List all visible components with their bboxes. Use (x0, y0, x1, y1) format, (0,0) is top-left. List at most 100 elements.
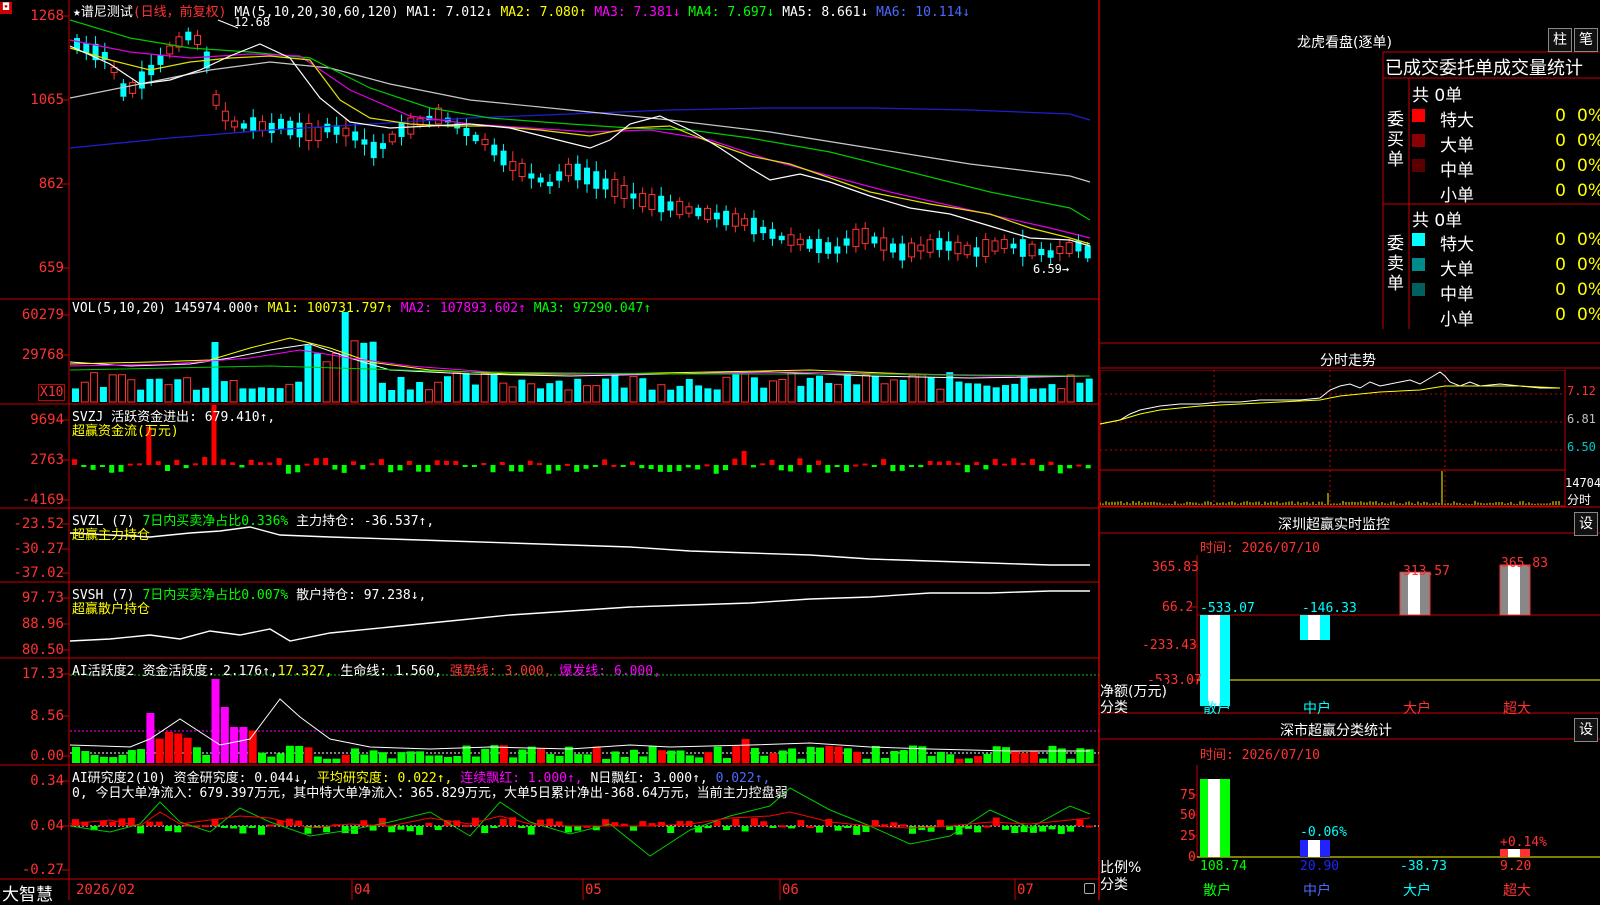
candle[interactable] (982, 239, 990, 257)
candle[interactable] (843, 238, 850, 246)
candle[interactable] (676, 200, 684, 216)
candle[interactable] (138, 71, 145, 89)
candle[interactable] (704, 207, 712, 221)
monitor-title[interactable]: 深圳超赢实时监控 (1278, 514, 1390, 534)
candle[interactable] (509, 161, 517, 171)
candle[interactable] (250, 117, 257, 131)
candle[interactable] (760, 226, 767, 234)
candle[interactable] (584, 167, 590, 185)
candle[interactable] (398, 123, 405, 137)
candle[interactable] (472, 134, 479, 142)
candle[interactable] (564, 163, 572, 177)
candle[interactable] (83, 42, 90, 54)
candle[interactable] (435, 107, 443, 125)
candle[interactable] (231, 120, 239, 128)
candle[interactable] (1000, 239, 1008, 249)
candle[interactable] (796, 238, 804, 246)
candle[interactable] (685, 206, 693, 214)
candle[interactable] (129, 82, 137, 94)
candle[interactable] (825, 242, 832, 254)
candle[interactable] (593, 171, 600, 189)
monitor-bar-chart[interactable] (1100, 555, 1600, 715)
candle[interactable] (278, 118, 284, 130)
candle[interactable] (305, 123, 313, 141)
candle[interactable] (296, 122, 303, 138)
candle[interactable] (212, 94, 220, 106)
candle[interactable] (611, 179, 619, 197)
candle[interactable] (926, 239, 934, 253)
candle[interactable] (1019, 239, 1026, 257)
candle[interactable] (834, 246, 841, 254)
candle[interactable] (750, 217, 757, 235)
candle[interactable] (194, 35, 202, 45)
candle[interactable] (899, 243, 906, 261)
intraday-title[interactable]: 分时走势 (1320, 350, 1376, 370)
candle[interactable] (342, 127, 350, 137)
candle[interactable] (991, 240, 999, 252)
candle[interactable] (908, 242, 916, 258)
candle[interactable] (537, 177, 544, 183)
candle[interactable] (890, 243, 896, 253)
stat-settings-button[interactable]: 设 (1574, 718, 1598, 742)
candlestick-chart[interactable] (70, 0, 1099, 299)
candle[interactable] (658, 195, 665, 213)
intraday-chart[interactable] (1100, 370, 1600, 507)
lock-icon[interactable] (1084, 883, 1095, 894)
candle[interactable] (491, 144, 498, 156)
candle[interactable] (648, 194, 656, 210)
candle[interactable] (713, 212, 720, 220)
candle[interactable] (861, 227, 869, 245)
candle[interactable] (324, 123, 331, 133)
candle[interactable] (630, 193, 637, 199)
candle[interactable] (166, 45, 174, 55)
candle[interactable] (1065, 242, 1073, 254)
candle[interactable] (370, 141, 377, 159)
candle[interactable] (936, 238, 943, 250)
candle[interactable] (769, 229, 776, 239)
candle[interactable] (806, 239, 813, 249)
candle[interactable] (602, 178, 609, 190)
candle[interactable] (240, 123, 247, 129)
candle[interactable] (481, 138, 489, 146)
candle[interactable] (852, 228, 860, 248)
candle[interactable] (815, 238, 822, 254)
candle[interactable] (963, 244, 971, 256)
candle[interactable] (352, 131, 359, 141)
candle[interactable] (574, 163, 581, 181)
candle[interactable] (463, 127, 470, 137)
candle[interactable] (380, 143, 386, 149)
candle[interactable] (361, 139, 368, 145)
candle[interactable] (157, 55, 164, 65)
candle[interactable] (518, 163, 526, 177)
candle[interactable] (917, 244, 925, 252)
candle[interactable] (1028, 243, 1036, 257)
candle[interactable] (731, 213, 739, 227)
stock-name[interactable]: ★谱尼测试 (73, 5, 133, 20)
candle[interactable] (787, 234, 795, 246)
candle[interactable] (258, 121, 266, 131)
candle[interactable] (528, 173, 535, 179)
candle[interactable] (620, 185, 628, 199)
candle[interactable] (723, 210, 730, 226)
candle[interactable] (741, 218, 749, 226)
candle[interactable] (1084, 245, 1091, 259)
order-stats-tab[interactable]: 已成交委托单成交量统计 (1385, 54, 1600, 80)
candle[interactable] (954, 241, 962, 255)
candle[interactable] (973, 247, 980, 257)
candle[interactable] (639, 192, 647, 208)
candle[interactable] (1010, 243, 1017, 249)
candle[interactable] (120, 83, 127, 97)
candle[interactable] (880, 237, 888, 251)
candle[interactable] (556, 171, 563, 181)
candle[interactable] (1038, 248, 1045, 256)
candle[interactable] (388, 133, 396, 143)
candle[interactable] (314, 127, 322, 141)
candle[interactable] (1047, 250, 1054, 258)
candle[interactable] (185, 31, 192, 41)
candle[interactable] (778, 235, 785, 241)
candle[interactable] (695, 207, 702, 217)
candle[interactable] (1056, 245, 1064, 255)
candle[interactable] (945, 241, 952, 251)
stat-title[interactable]: 深市超赢分类统计 (1280, 720, 1392, 740)
monitor-settings-button[interactable]: 设 (1574, 512, 1598, 536)
